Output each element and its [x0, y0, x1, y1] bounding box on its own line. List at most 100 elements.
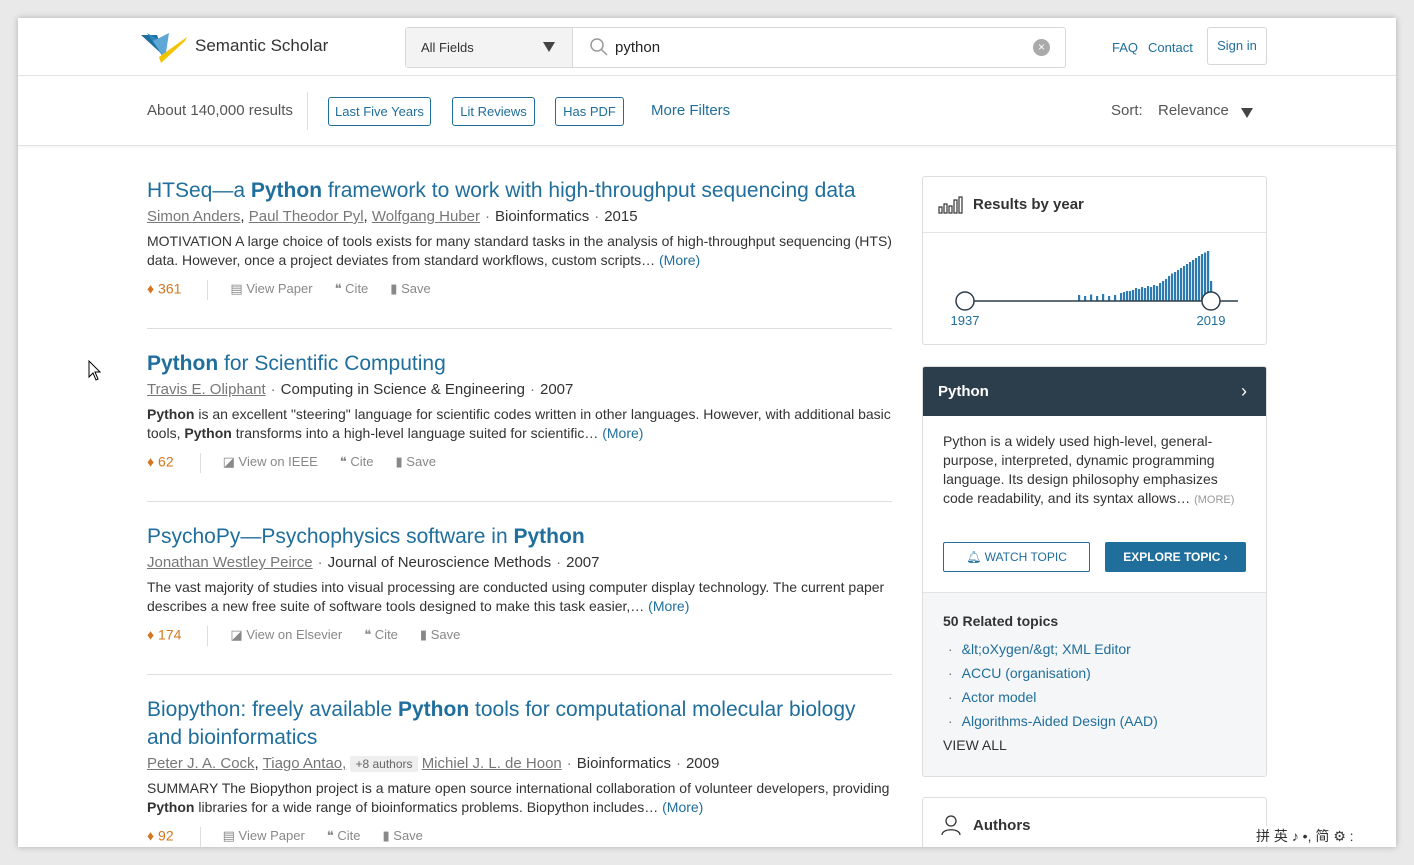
more-link[interactable]: (More): [659, 252, 700, 268]
author-link[interactable]: Paul Theodor Pyl: [249, 208, 364, 225]
range-start-handle[interactable]: [955, 291, 975, 311]
cite-button[interactable]: ❝ Cite: [340, 454, 374, 469]
search-icon: [590, 38, 608, 56]
sort-select[interactable]: Relevance: [1158, 102, 1229, 119]
year-bar: [1156, 286, 1159, 301]
view-paper-button[interactable]: ▤ View Paper: [223, 828, 305, 843]
year-bar: [1153, 285, 1156, 301]
chevron-down-icon: [543, 42, 555, 52]
citation-icon: ♦: [147, 626, 155, 643]
related-topics: 50 Related topics · &lt;oXygen/&gt; XML E…: [923, 592, 1266, 776]
filter-lit-reviews[interactable]: Lit Reviews: [452, 97, 535, 126]
year-bar: [1141, 287, 1144, 301]
author-link[interactable]: Michiel J. L. de Hoon: [422, 755, 562, 772]
clear-search-icon[interactable]: ×: [1033, 39, 1050, 56]
year-bar: [1162, 281, 1165, 301]
result-actions: ♦ 361 ▤ View Paper ❝ Cite ▮ Save: [147, 280, 892, 300]
year-bar: [1198, 256, 1201, 301]
range-start-label: 1937: [951, 313, 980, 328]
save-button[interactable]: ▮ Save: [396, 454, 436, 469]
ime-toolbar[interactable]: 拼 英 ♪ •, 简 ⚙ :: [1256, 826, 1354, 846]
more-authors-button[interactable]: +8 authors: [350, 756, 418, 772]
save-button[interactable]: ▮ Save: [390, 281, 430, 296]
cite-button[interactable]: ❝ Cite: [335, 281, 369, 296]
citation-count[interactable]: ♦ 92: [147, 827, 174, 843]
year: 2007: [539, 381, 574, 398]
divider: [147, 501, 892, 502]
related-topic-item[interactable]: · Algorithms-Aided Design (AAD): [943, 709, 1246, 733]
save-button[interactable]: ▮ Save: [420, 627, 460, 642]
more-link[interactable]: (More): [662, 799, 703, 815]
field-select-dropdown[interactable]: All Fields: [406, 28, 573, 67]
filter-has-pdf[interactable]: Has PDF: [555, 97, 624, 126]
chevron-down-icon[interactable]: [1241, 108, 1253, 118]
search-result: Biopython: freely available Python tools…: [147, 696, 892, 847]
year-bar: [1138, 289, 1141, 301]
year-histogram[interactable]: 1937 2019: [923, 234, 1266, 345]
sort-label: Sort:: [1111, 102, 1143, 119]
topic-header[interactable]: Python ›: [923, 367, 1266, 416]
cite-button[interactable]: ❝ Cite: [364, 627, 398, 642]
author-link[interactable]: Tiago Antao,: [263, 755, 347, 772]
year-bar: [1114, 295, 1117, 301]
related-topic-item[interactable]: · Actor model: [943, 685, 1246, 709]
result-meta: Simon Anders, Paul Theodor Pyl, Wolfgang…: [147, 208, 638, 225]
year-bar: [1165, 279, 1168, 301]
result-meta: Jonathan Westley Peirce · Journal of Neuro…: [147, 554, 600, 571]
citation-count[interactable]: ♦ 361: [147, 280, 181, 296]
result-title[interactable]: Python for Scientific Computing: [147, 350, 892, 378]
topic-panel: Python › Python is a widely used high-le…: [922, 366, 1267, 777]
year-bar: [1180, 268, 1183, 301]
year-bar: [1090, 294, 1093, 301]
citation-count[interactable]: ♦ 174: [147, 626, 181, 642]
topic-description: Python is a widely used high-level, gene…: [943, 433, 1218, 506]
contact-link[interactable]: Contact: [1148, 40, 1193, 55]
venue: Computing in Science & Engineering: [280, 381, 525, 398]
related-topic-item[interactable]: · ACCU (organisation): [943, 661, 1246, 685]
cite-button[interactable]: ❝ Cite: [327, 828, 361, 843]
result-meta: Peter J. A. Cock, Tiago Antao, +8 author…: [147, 755, 720, 772]
related-topic-item[interactable]: · &lt;oXygen/&gt; XML Editor: [943, 637, 1246, 661]
browser-page: Semantic Scholar All Fields × FAQ Contac…: [18, 18, 1396, 847]
year-bar: [1120, 293, 1123, 301]
result-title[interactable]: PsychoPy—Psychophysics software in Pytho…: [147, 523, 892, 551]
result-title[interactable]: HTSeq—a Python framework to work with hi…: [147, 177, 892, 205]
author-link[interactable]: Simon Anders: [147, 208, 240, 225]
year: 2007: [566, 554, 600, 571]
range-end-handle[interactable]: [1201, 291, 1221, 311]
chevron-right-icon[interactable]: ›: [1241, 381, 1247, 402]
more-link[interactable]: (More): [648, 598, 689, 614]
view-all-link[interactable]: VIEW ALL: [943, 733, 1246, 757]
mouse-cursor-icon: [88, 360, 102, 381]
view-on-elsevier-button[interactable]: ◪ View on Elsevier: [230, 627, 342, 642]
search-result: HTSeq—a Python framework to work with hi…: [147, 177, 892, 300]
brand-logo[interactable]: Semantic Scholar: [139, 27, 339, 67]
result-meta: Travis E. Oliphant · Computing in Science …: [147, 381, 574, 398]
faq-link[interactable]: FAQ: [1112, 40, 1138, 55]
result-title[interactable]: Biopython: freely available Python tools…: [147, 696, 892, 752]
author-link[interactable]: Peter J. A. Cock: [147, 755, 255, 772]
divider: [307, 92, 308, 130]
related-topics-title: 50 Related topics: [943, 613, 1059, 629]
filter-last-five-years[interactable]: Last Five Years: [328, 97, 431, 126]
view-paper-button[interactable]: ▤ View Paper: [230, 281, 312, 296]
watch-topic-button[interactable]: 🔔︎ WATCH TOPIC: [943, 542, 1090, 572]
year-bar: [1150, 287, 1153, 301]
topic-more-link[interactable]: (MORE): [1194, 494, 1234, 506]
citation-count[interactable]: ♦ 62: [147, 453, 174, 469]
author-link[interactable]: Travis E. Oliphant: [147, 381, 266, 398]
sign-in-button[interactable]: Sign in: [1207, 27, 1267, 65]
year-bar: [1171, 273, 1174, 301]
more-filters-button[interactable]: More Filters: [651, 102, 730, 119]
search-input[interactable]: [615, 34, 1015, 61]
result-actions: ♦ 62 ◪ View on IEEE ❝ Cite ▮ Save: [147, 453, 892, 473]
view-on-ieee-button[interactable]: ◪ View on IEEE: [223, 454, 318, 469]
author-link[interactable]: Jonathan Westley Peirce: [147, 554, 313, 571]
explore-topic-button[interactable]: EXPLORE TOPIC ›: [1105, 542, 1246, 572]
author-link[interactable]: Wolfgang Huber: [372, 208, 480, 225]
year-bar: [1129, 291, 1132, 301]
more-link[interactable]: (More): [602, 425, 643, 441]
save-button[interactable]: ▮ Save: [383, 828, 423, 843]
panel-title: Authors: [973, 817, 1031, 834]
year-bar: [1102, 294, 1105, 301]
